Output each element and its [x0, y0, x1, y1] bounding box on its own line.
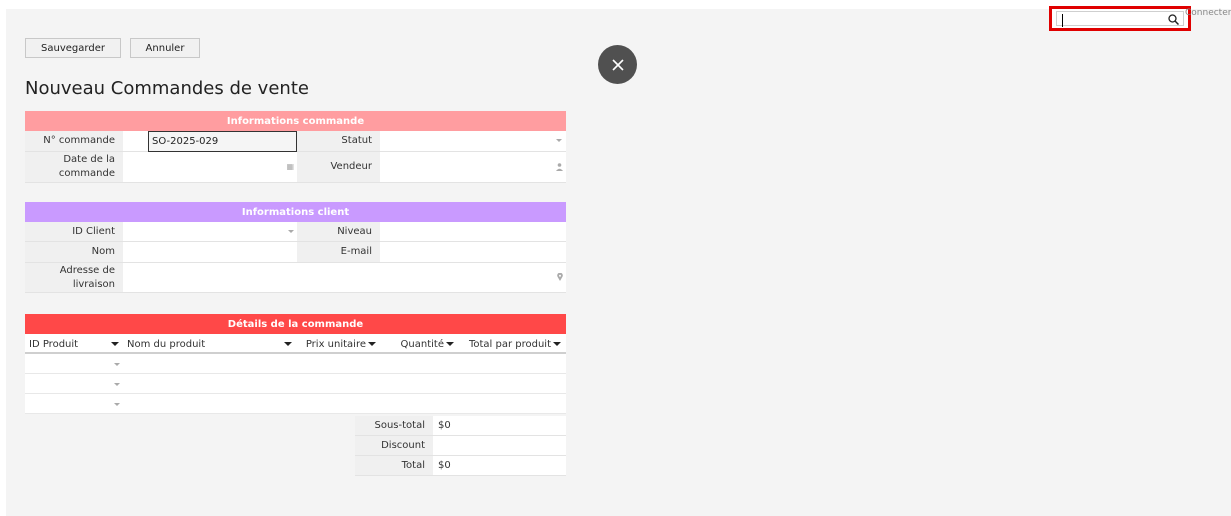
- address-label: Adresse de livraison: [25, 263, 123, 292]
- level-label: Niveau: [297, 222, 380, 241]
- client-info-section: Informations client ID Client Niveau Nom…: [25, 202, 566, 293]
- date-row: Date de la commande ▦ Vendeur: [25, 152, 566, 183]
- chevron-down-icon[interactable]: [114, 383, 120, 386]
- level-value: [380, 222, 566, 241]
- total-value: $0: [438, 460, 451, 471]
- client-info-header: Informations client: [25, 202, 566, 222]
- status-select[interactable]: [380, 131, 566, 151]
- column-header[interactable]: Quantité: [380, 334, 458, 354]
- totals-block: Sous-total $0 Discount Total $0: [355, 416, 566, 476]
- status-label: Statut: [297, 131, 380, 151]
- order-number-input[interactable]: SO-2025-029: [148, 131, 297, 152]
- name-row: Nom E-mail: [25, 242, 566, 263]
- search-icon[interactable]: [1168, 14, 1179, 25]
- text-caret: [1062, 14, 1063, 27]
- order-number-label: N° commande: [25, 131, 123, 151]
- search-input[interactable]: [1056, 11, 1184, 27]
- address-row: Adresse de livraison: [25, 263, 566, 293]
- column-header[interactable]: Total par produit: [458, 334, 566, 354]
- discount-label: Discount: [355, 436, 433, 455]
- email-value: [380, 242, 566, 262]
- order-info-header: Informations commande: [25, 111, 566, 131]
- cancel-button[interactable]: Annuler: [130, 38, 200, 58]
- top-bar: [0, 0, 1231, 9]
- discount-row: Discount: [355, 436, 566, 456]
- location-pin-icon[interactable]: [557, 273, 563, 281]
- caret-down-icon: [446, 342, 454, 346]
- subtotal-row: Sous-total $0: [355, 416, 566, 436]
- caret-down-icon: [111, 342, 119, 346]
- caret-down-icon: [284, 342, 292, 346]
- close-icon: [611, 58, 624, 71]
- client-id-label: ID Client: [25, 222, 123, 241]
- left-edge: [0, 0, 6, 516]
- seller-label: Vendeur: [297, 152, 380, 182]
- chevron-down-icon: [288, 230, 294, 233]
- table-header: ID Produit Nom du produit Prix unitaire …: [25, 334, 566, 354]
- table-row[interactable]: [25, 394, 566, 414]
- subtotal-value: $0: [438, 420, 451, 431]
- client-id-row: ID Client Niveau: [25, 222, 566, 242]
- order-details-header: Détails de la commande: [25, 314, 566, 334]
- chevron-down-icon[interactable]: [114, 403, 120, 406]
- search-box-highlight[interactable]: [1049, 6, 1191, 31]
- login-link[interactable]: Connecter: [1185, 8, 1231, 18]
- order-details-section: Détails de la commande ID Produit Nom du…: [25, 314, 566, 414]
- caret-down-icon: [368, 342, 376, 346]
- calendar-icon[interactable]: ▦: [286, 162, 294, 171]
- table-row[interactable]: [25, 374, 566, 394]
- client-id-select[interactable]: [123, 222, 297, 241]
- close-button[interactable]: [598, 45, 637, 84]
- order-info-section: Informations commande N° commande SO-202…: [25, 111, 566, 183]
- caret-down-icon: [553, 342, 561, 346]
- column-header[interactable]: Nom du produit: [127, 334, 297, 354]
- order-number-row: N° commande SO-2025-029 Statut: [25, 131, 566, 152]
- date-input[interactable]: ▦: [123, 152, 297, 182]
- page-title: Nouveau Commandes de vente: [25, 78, 309, 99]
- user-icon[interactable]: [556, 163, 563, 171]
- name-label: Nom: [25, 242, 123, 262]
- total-label: Total: [355, 456, 433, 475]
- seller-input[interactable]: [380, 152, 566, 182]
- column-header[interactable]: ID Produit: [29, 334, 123, 354]
- column-header[interactable]: Prix unitaire: [297, 334, 380, 354]
- save-button[interactable]: Sauvegarder: [25, 38, 121, 58]
- name-value: [123, 242, 297, 262]
- chevron-down-icon: [556, 139, 562, 142]
- subtotal-label: Sous-total: [355, 416, 433, 435]
- date-label: Date de la commande: [25, 152, 123, 182]
- table-row[interactable]: [25, 354, 566, 374]
- total-row: Total $0: [355, 456, 566, 476]
- email-label: E-mail: [297, 242, 380, 262]
- chevron-down-icon[interactable]: [114, 363, 120, 366]
- address-input[interactable]: [123, 263, 566, 292]
